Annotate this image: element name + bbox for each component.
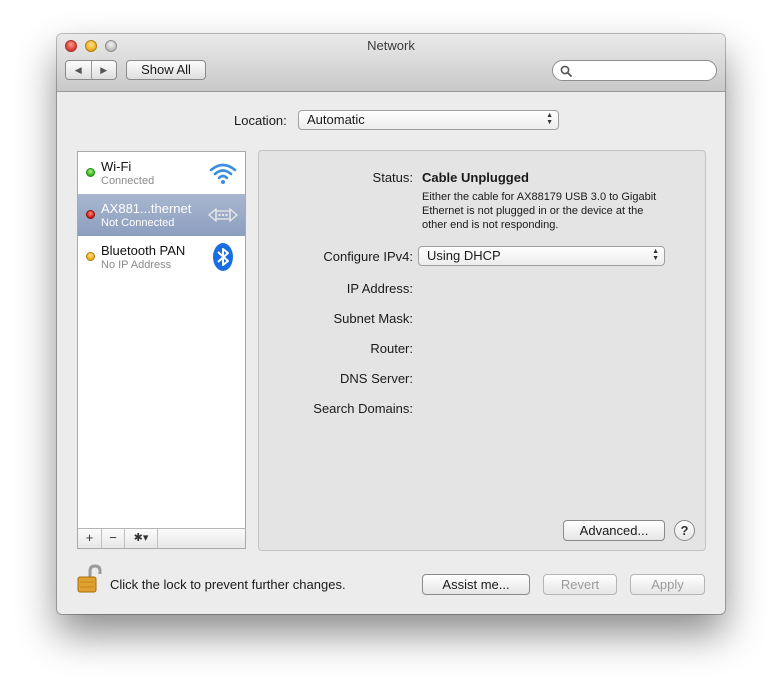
search-field[interactable] [552,60,717,81]
location-value: Automatic [307,112,365,127]
apply-button[interactable]: Apply [630,574,705,595]
advanced-button[interactable]: Advanced... [563,520,665,541]
status-dot-red [86,210,95,219]
location-popup[interactable]: Automatic ▲ ▼ [298,110,559,130]
add-service-button[interactable]: + [78,529,102,548]
status-description: Either the cable for AX88179 USB 3.0 to … [422,191,657,231]
service-name: AX881...thernet [101,201,192,216]
status-dot-yellow [86,252,95,261]
router-label: Router: [370,341,413,356]
revert-button[interactable]: Revert [543,574,617,595]
ethernet-icon [208,207,238,223]
lock-icon[interactable] [76,564,104,594]
assist-me-button[interactable]: Assist me... [422,574,530,595]
subnet-mask-label: Subnet Mask: [333,311,414,326]
back-button[interactable]: ◀ [66,61,92,79]
service-list: Wi-Fi Connected AX881...thernet Not Conn… [77,151,246,549]
back-forward-control: ◀ ▶ [65,60,117,80]
title-bar: Network ◀ ▶ Show All [57,34,725,92]
status-value: Cable Unplugged [422,170,529,185]
help-button[interactable]: ? [674,520,695,541]
action-menu-button[interactable]: ✱▾ [125,529,158,548]
popup-arrows-icon: ▲ ▼ [546,112,553,126]
show-all-button[interactable]: Show All [126,60,206,80]
network-window: Network ◀ ▶ Show All Location: Automatic… [57,34,725,614]
status-dot-green [86,168,95,177]
status-label: Status: [372,170,413,185]
ip-address-label: IP Address: [346,281,413,296]
configure-ipv4-popup[interactable]: Using DHCP ▲ ▼ [418,246,665,266]
window-title: Network [367,38,415,53]
configure-ipv4-value: Using DHCP [427,248,501,263]
location-label: Location: [234,113,287,128]
service-item-ethernet[interactable]: AX881...thernet Not Connected [78,194,245,236]
wifi-icon [209,163,237,184]
service-item-wifi[interactable]: Wi-Fi Connected [78,152,245,194]
service-status: Not Connected [101,217,175,229]
bluetooth-icon [213,243,233,271]
search-domains-label: Search Domains: [313,401,413,416]
remove-service-button[interactable]: − [102,529,125,548]
service-list-toolbar: + − ✱▾ [78,528,245,548]
search-icon [560,65,572,77]
popup-arrows-icon: ▲ ▼ [652,248,659,262]
service-item-bluetooth-pan[interactable]: Bluetooth PAN No IP Address [78,236,245,278]
service-status: No IP Address [101,259,172,271]
dns-server-label: DNS Server: [340,371,413,386]
service-name: Wi-Fi [101,159,132,174]
forward-button[interactable]: ▶ [92,61,117,79]
service-name: Bluetooth PAN [101,243,186,258]
service-status: Connected [101,175,155,187]
lock-message: Click the lock to prevent further change… [110,577,346,592]
configure-ipv4-label: Configure IPv4: [323,249,413,264]
